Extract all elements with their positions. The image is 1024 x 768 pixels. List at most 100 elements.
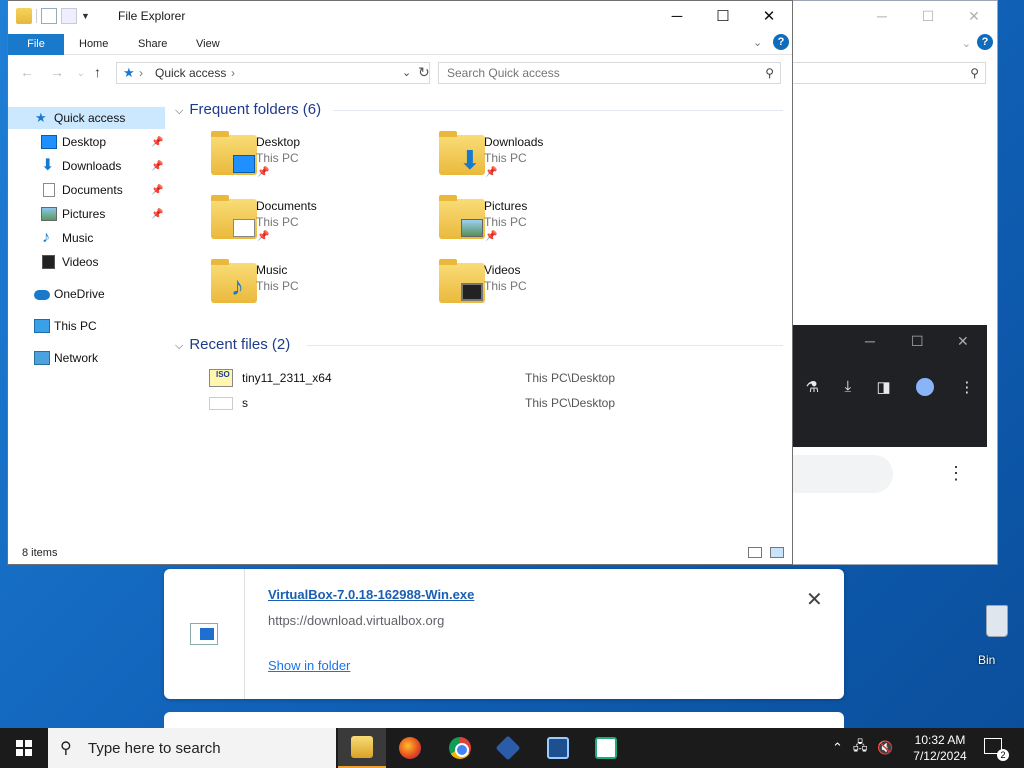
explorer-folder-icon bbox=[16, 8, 32, 24]
folder-tile-music[interactable]: ♪ Music This PC bbox=[211, 259, 431, 323]
folder-location: This PC bbox=[484, 215, 527, 229]
sidebar-item-this-pc[interactable]: This PC bbox=[8, 315, 165, 337]
sidebar-item-label: Videos bbox=[62, 255, 99, 269]
downloads-search-pill[interactable] bbox=[793, 455, 893, 493]
folder-location: This PC bbox=[484, 151, 527, 165]
more-options-icon[interactable]: ⋮ bbox=[947, 463, 965, 484]
sidebar-item-desktop[interactable]: Desktop 📌 bbox=[8, 131, 165, 153]
chrome-close-button[interactable]: ✕ bbox=[957, 333, 969, 350]
sidebar-item-videos[interactable]: Videos bbox=[8, 251, 165, 273]
volume-muted-icon[interactable]: 🔇 bbox=[877, 740, 893, 756]
taskbar-firefox[interactable] bbox=[386, 728, 434, 768]
taskbar-notepad[interactable] bbox=[582, 728, 630, 768]
recent-file-row[interactable]: ISO tiny11_2311_x64 This PC\Desktop bbox=[165, 367, 765, 389]
address-bar[interactable]: ★ › Quick access › ⌄ ↻ bbox=[116, 62, 430, 84]
pin-icon[interactable]: 📌 bbox=[151, 161, 163, 172]
recent-locations-chevron-icon[interactable]: ⌄ bbox=[77, 68, 85, 79]
help-icon[interactable]: ? bbox=[977, 34, 993, 50]
tab-file[interactable]: File bbox=[8, 34, 64, 55]
file-explorer-window: ▼ File Explorer ─ ☐ ✕ File Home Share Vi… bbox=[7, 0, 793, 565]
sidebar-item-documents[interactable]: Documents 📌 bbox=[8, 179, 165, 201]
recycle-bin[interactable]: Bin bbox=[978, 605, 1018, 675]
notification-center-icon[interactable]: 2 bbox=[984, 738, 1009, 761]
maximize-button[interactable]: ☐ bbox=[700, 1, 746, 31]
expand-ribbon-chevron-icon[interactable]: ⌄ bbox=[753, 36, 762, 49]
properties-icon[interactable] bbox=[41, 8, 57, 24]
breadcrumb-separator-icon[interactable]: › bbox=[139, 66, 143, 80]
window-title: File Explorer bbox=[118, 9, 186, 23]
folder-tile-documents[interactable]: Documents This PC 📌 bbox=[211, 195, 431, 259]
recent-file-row[interactable]: s This PC\Desktop bbox=[165, 392, 765, 414]
folder-tile-videos[interactable]: Videos This PC bbox=[439, 259, 659, 323]
breadcrumb-quick-access[interactable]: Quick access bbox=[155, 66, 226, 80]
folder-tile-pictures[interactable]: Pictures This PC 📌 bbox=[439, 195, 659, 259]
taskbar-app-admin[interactable] bbox=[534, 728, 582, 768]
taskbar-virtualbox[interactable] bbox=[484, 728, 532, 768]
address-dropdown-icon[interactable]: ⌄ bbox=[402, 66, 411, 79]
close-button[interactable]: ✕ bbox=[746, 1, 792, 31]
bg-minimize-button[interactable]: ─ bbox=[859, 1, 905, 31]
back-arrow-icon[interactable]: ← bbox=[20, 64, 34, 80]
search-input[interactable] bbox=[439, 63, 759, 83]
download-icon[interactable]: ⤓ bbox=[844, 378, 851, 396]
show-in-folder-link[interactable]: Show in folder bbox=[268, 658, 350, 673]
chevron-down-icon[interactable]: ⌄ bbox=[962, 37, 971, 50]
taskbar-chrome[interactable] bbox=[436, 728, 484, 768]
recent-files-header[interactable]: ⌵ Recent files (2) bbox=[175, 336, 290, 353]
large-icons-view-icon[interactable] bbox=[770, 547, 784, 558]
sidebar-item-label: This PC bbox=[54, 319, 97, 333]
sidebar-item-onedrive[interactable]: OneDrive bbox=[8, 283, 165, 305]
videos-icon bbox=[42, 255, 55, 269]
bg-close-button[interactable]: ✕ bbox=[951, 1, 997, 31]
tab-home[interactable]: Home bbox=[79, 34, 108, 55]
quick-access-toolbar: ▼ bbox=[16, 8, 90, 24]
taskbar-file-explorer[interactable] bbox=[338, 728, 386, 768]
start-button[interactable] bbox=[0, 728, 48, 768]
taskbar-search-box[interactable]: ⚲ Type here to search bbox=[48, 728, 336, 768]
sidebar-item-label: Music bbox=[62, 231, 94, 245]
chrome-maximize-button[interactable]: ☐ bbox=[911, 333, 924, 350]
sidebar-item-pictures[interactable]: Pictures 📌 bbox=[8, 203, 165, 225]
collapse-chevron-icon[interactable]: ⌵ bbox=[175, 340, 183, 352]
sidebar-item-quick-access[interactable]: ★ Quick access bbox=[8, 107, 165, 129]
breadcrumb-chevron-icon[interactable]: › bbox=[231, 66, 235, 80]
sidebar-item-music[interactable]: ♪ Music bbox=[8, 227, 165, 249]
chrome-icon bbox=[449, 737, 471, 759]
chrome-minimize-button[interactable]: ─ bbox=[865, 333, 875, 349]
profile-avatar-icon[interactable] bbox=[915, 378, 934, 396]
network-tray-icon[interactable]: 🖧 bbox=[853, 737, 868, 759]
forward-arrow-icon[interactable]: → bbox=[50, 64, 64, 80]
folder-tile-desktop[interactable]: Desktop This PC 📌 bbox=[211, 131, 431, 195]
frequent-folders-header[interactable]: ⌵ Frequent folders (6) bbox=[175, 101, 321, 118]
folder-tile-downloads[interactable]: ⬇ Downloads This PC 📌 bbox=[439, 131, 659, 195]
pin-icon[interactable]: 📌 bbox=[151, 185, 163, 196]
pin-icon[interactable]: 📌 bbox=[151, 137, 163, 148]
sidebar-item-network[interactable]: Network bbox=[8, 347, 165, 369]
search-box[interactable]: ⚲ bbox=[438, 62, 781, 84]
tab-view[interactable]: View bbox=[196, 34, 220, 55]
chrome-menu-icon[interactable]: ⋮ bbox=[959, 378, 974, 396]
customize-toolbar-dropdown-icon[interactable]: ▼ bbox=[81, 11, 90, 21]
bg-search-box[interactable]: ⚲ bbox=[791, 62, 986, 84]
details-view-icon[interactable] bbox=[748, 547, 762, 558]
up-arrow-icon[interactable]: ↑ bbox=[94, 64, 101, 80]
download-filename-link[interactable]: VirtualBox-7.0.18-162988-Win.exe bbox=[268, 587, 474, 602]
refresh-icon[interactable]: ↻ bbox=[418, 64, 430, 81]
show-hidden-icons-chevron-icon[interactable]: ⌃ bbox=[832, 740, 843, 756]
collapse-chevron-icon[interactable]: ⌵ bbox=[175, 105, 183, 117]
minimize-button[interactable]: ─ bbox=[654, 1, 700, 31]
labs-flask-icon[interactable]: ⚗ bbox=[806, 378, 819, 396]
download-url: https://download.virtualbox.org bbox=[268, 613, 445, 628]
remove-download-close-icon[interactable]: ✕ bbox=[806, 587, 823, 612]
pin-icon[interactable]: 📌 bbox=[151, 209, 163, 220]
notepad-icon bbox=[595, 737, 617, 759]
bg-maximize-button[interactable]: ☐ bbox=[905, 1, 951, 31]
tab-share[interactable]: Share bbox=[138, 34, 167, 55]
folder-name: Downloads bbox=[484, 135, 544, 149]
sidebar-item-downloads[interactable]: ⬇ Downloads 📌 bbox=[8, 155, 165, 177]
sidebar-item-label: OneDrive bbox=[54, 287, 105, 301]
help-icon[interactable]: ? bbox=[773, 34, 789, 50]
side-panel-icon[interactable]: ◨ bbox=[876, 378, 890, 396]
taskbar-clock[interactable]: 10:32 AM 7/12/2024 bbox=[912, 732, 968, 764]
new-folder-icon[interactable] bbox=[61, 8, 77, 24]
